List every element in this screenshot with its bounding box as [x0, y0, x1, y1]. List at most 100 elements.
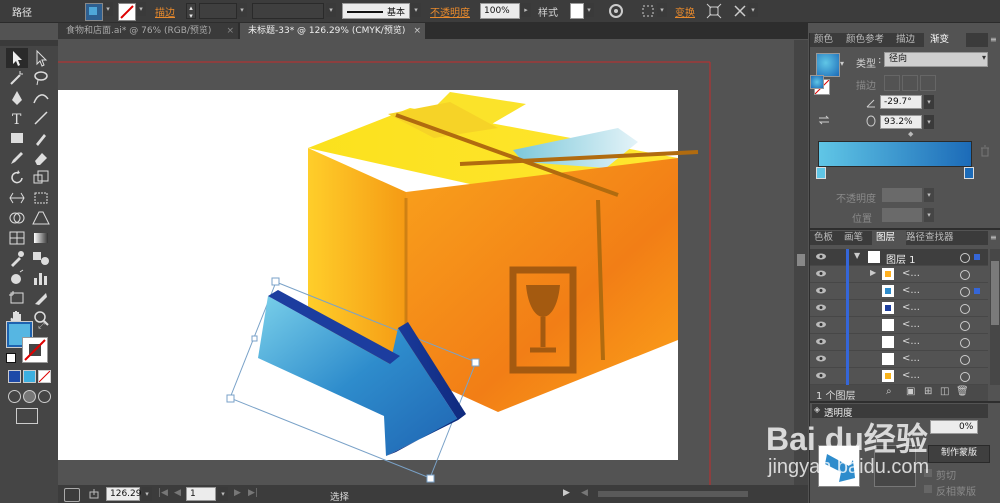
angle-input[interactable]: -29.7° [880, 95, 922, 109]
stroke-proxy[interactable] [22, 337, 48, 363]
selection-indicator[interactable] [974, 254, 980, 260]
gradient-slider[interactable] [818, 141, 972, 167]
gradient-type-select[interactable]: 径向 [884, 52, 988, 67]
artboard-tool-icon[interactable] [6, 288, 28, 308]
horizontal-scrollbar[interactable] [598, 491, 748, 497]
stroke-across-icon[interactable] [920, 75, 936, 91]
vertical-scrollbar[interactable] [794, 40, 808, 485]
screen-mode-icon[interactable] [16, 408, 38, 424]
aspect-ratio-input[interactable]: 93.2% [880, 115, 922, 129]
mesh-tool-icon[interactable] [6, 228, 28, 248]
pen-tool-icon[interactable] [6, 88, 28, 108]
swap-icon[interactable]: ⤢ [38, 321, 48, 331]
gradient-mode-icon[interactable] [23, 370, 36, 383]
blend-tool-icon[interactable] [30, 248, 52, 268]
share-icon[interactable] [88, 488, 100, 500]
transparency-opacity-input[interactable]: 0% [930, 420, 978, 434]
visibility-eye-icon[interactable] [816, 270, 826, 277]
stroke-weight-stepper[interactable]: ▴ ▾ [186, 3, 196, 20]
gradient-stop-start[interactable] [816, 167, 826, 179]
scroll-thumb[interactable] [991, 261, 999, 325]
visibility-eye-icon[interactable] [816, 287, 826, 294]
profile-dropdown[interactable]: ▾ [326, 3, 336, 17]
page-dropdown[interactable]: ▾ [218, 487, 228, 501]
visibility-eye-icon[interactable] [816, 304, 826, 311]
rectangle-tool-icon[interactable] [6, 128, 28, 148]
stop-opacity-input[interactable] [882, 188, 922, 202]
transform-label[interactable]: 变换 [675, 4, 695, 19]
isolate-icon[interactable] [706, 3, 722, 19]
locate-object-icon[interactable]: ⌕ [886, 386, 892, 397]
pencil-icon[interactable] [6, 148, 28, 168]
column-graph-icon[interactable] [30, 268, 52, 288]
gradient-tool-icon[interactable] [30, 228, 52, 248]
expand-arrow-icon[interactable]: ▼ [854, 251, 860, 260]
stroke-label[interactable]: 描边 [155, 4, 175, 19]
slice-tool-icon[interactable] [30, 288, 52, 308]
free-transform-icon[interactable] [30, 188, 52, 208]
zoom-dropdown[interactable]: ▾ [142, 487, 152, 501]
target-icon[interactable] [960, 304, 970, 314]
last-page-icon[interactable]: ▶| [248, 488, 258, 498]
width-tool-icon[interactable] [6, 188, 28, 208]
doc-tab-untitled[interactable]: 未标题-33* @ 126.29% (CMYK/预览) × [240, 23, 425, 39]
stop-location-dropdown[interactable]: ▾ [924, 208, 934, 222]
tab-layers[interactable]: 图层 [872, 231, 906, 245]
draw-behind-icon[interactable] [23, 390, 36, 403]
invert-mask-checkbox[interactable] [924, 485, 932, 493]
variable-width-profile[interactable] [252, 3, 324, 19]
recolor-icon[interactable] [608, 3, 624, 19]
visibility-eye-icon[interactable] [816, 321, 826, 328]
doc-tab-food[interactable]: 食物和店面.ai* @ 76% (RGB/预览) × [58, 23, 238, 39]
fill-indicator[interactable] [810, 75, 824, 89]
layer-name[interactable]: <... [902, 336, 920, 347]
close-icon[interactable]: × [413, 23, 421, 39]
tab-stroke[interactable]: 描边 [896, 33, 915, 47]
shape-builder-icon[interactable] [6, 208, 28, 228]
selection-tool-icon[interactable] [6, 48, 28, 68]
layer-row[interactable]: <... [810, 283, 988, 300]
next-page-icon[interactable]: ▶ [234, 488, 241, 498]
make-mask-button[interactable]: 制作蒙版 [928, 445, 990, 463]
align-icon[interactable] [640, 3, 656, 19]
default-colors-icon[interactable] [6, 353, 16, 363]
paintbrush-icon[interactable] [30, 128, 52, 148]
symbol-sprayer-icon[interactable] [6, 268, 28, 288]
stroke-dropdown[interactable]: ▾ [136, 2, 146, 16]
style-dropdown[interactable]: ▾ [584, 3, 594, 17]
angle-dropdown[interactable]: ▾ [924, 95, 934, 109]
layer-name[interactable]: <... [902, 353, 920, 364]
curvature-tool-icon[interactable] [30, 88, 52, 108]
target-icon[interactable] [960, 270, 970, 280]
target-icon[interactable] [960, 372, 970, 382]
layer-name[interactable]: <... [902, 319, 920, 330]
opacity-dropdown[interactable]: ▸ [521, 3, 531, 17]
eraser-icon[interactable] [30, 148, 52, 168]
layer-name[interactable]: <... [902, 302, 920, 313]
midpoint-diamond-icon[interactable]: ◆ [908, 130, 913, 138]
visibility-eye-icon[interactable] [816, 372, 826, 379]
new-layer-icon[interactable]: ◫ [940, 386, 949, 397]
rotate-tool-icon[interactable] [6, 168, 28, 188]
target-icon[interactable] [960, 287, 970, 297]
stop-location-input[interactable] [882, 208, 922, 222]
stroke-weight-dropdown[interactable]: ▾ [237, 3, 247, 17]
brush-definition[interactable]: 基本 [342, 3, 410, 19]
layer-name[interactable]: <... [902, 370, 920, 381]
graphic-style-swatch[interactable] [570, 3, 584, 19]
visibility-eye-icon[interactable] [816, 253, 826, 260]
layer-row[interactable]: <... [810, 317, 988, 334]
prev-page-icon[interactable]: ◀ [174, 488, 181, 498]
line-tool-icon[interactable] [30, 108, 52, 128]
transparency-title[interactable]: 透明度 [824, 405, 853, 419]
layer-name[interactable]: 图层 1 [886, 251, 916, 266]
layer-row[interactable]: ▶ <... [810, 266, 988, 283]
layer-row[interactable]: <... [810, 300, 988, 317]
arrange-dropdown[interactable]: ▾ [748, 3, 758, 17]
tab-color[interactable]: 颜色 [814, 33, 833, 47]
status-arrow-icon[interactable]: ▶ [563, 488, 570, 498]
artwork[interactable] [58, 40, 808, 485]
panel-menu-icon[interactable]: ≡ [990, 35, 1000, 45]
first-page-icon[interactable]: |◀ [158, 488, 168, 498]
new-sublayer-icon[interactable]: ⊞ [924, 386, 932, 397]
